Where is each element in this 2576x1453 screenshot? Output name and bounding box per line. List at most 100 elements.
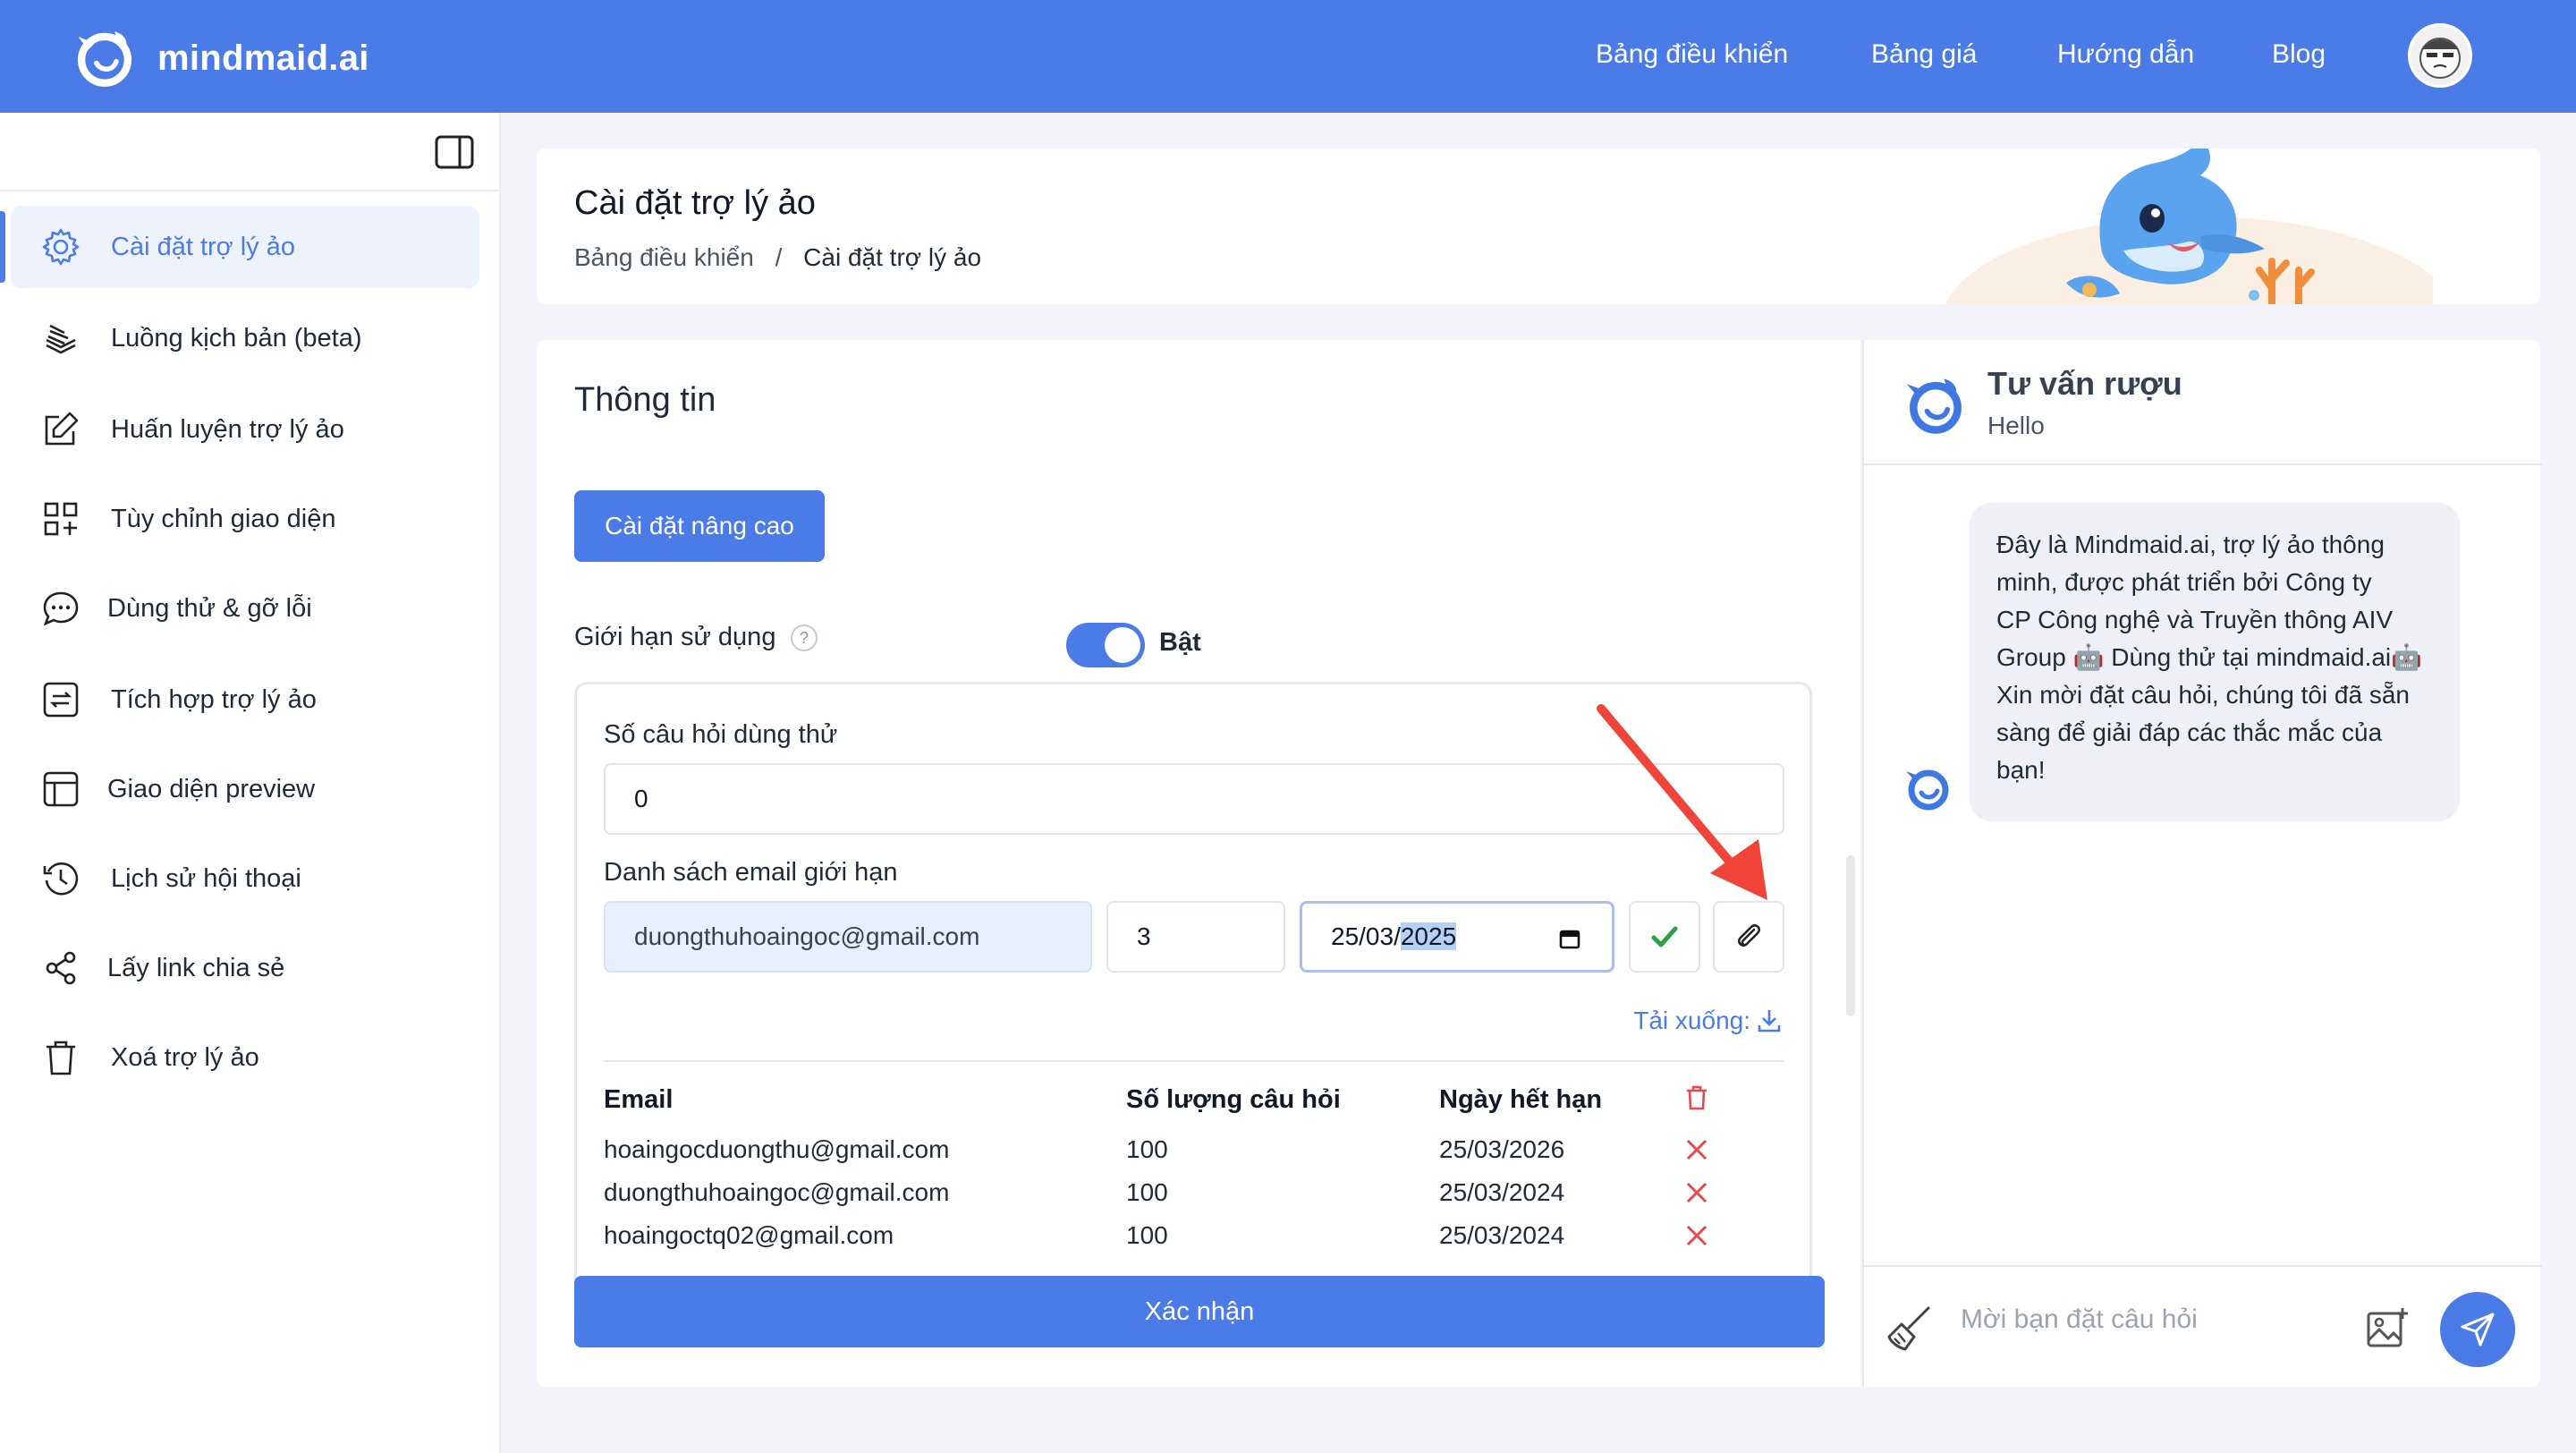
layout-icon: [43, 771, 79, 807]
sidebar-item-customize-ui[interactable]: Tùy chỉnh giao diện: [11, 478, 479, 560]
usage-limit-panel: Số câu hỏi dùng thử 0 Danh sách email gi…: [574, 682, 1812, 1344]
sidebar-item-integration[interactable]: Tích hợp trợ lý ảo: [11, 659, 479, 741]
sidebar-item-test-debug[interactable]: Dùng thử & gỡ lỗi: [11, 567, 479, 650]
sidebar: Cài đặt trợ lý ảo Luồng kịch bản (beta) …: [0, 113, 501, 1453]
dolphin-logo-icon: [77, 31, 132, 87]
table-cell-expiry: 25/03/2026: [1439, 1135, 1565, 1163]
download-link[interactable]: Tải xuống:: [1633, 1007, 1783, 1035]
sidebar-item-share-link[interactable]: Lấy link chia sẻ: [11, 927, 479, 1009]
breadcrumb-current: Cài đặt trợ lý ảo: [803, 243, 982, 271]
message-line: minh, được phát triển bởi Công ty: [1996, 568, 2372, 596]
sidebar-item-label: Luồng kịch bản (beta): [111, 323, 362, 353]
remove-row-icon[interactable]: [1684, 1223, 1709, 1248]
bot-logo-icon: [1906, 378, 1962, 434]
sidebar-item-script-flow[interactable]: Luồng kịch bản (beta): [11, 297, 479, 379]
check-icon: [1651, 926, 1678, 947]
integration-icon: [43, 682, 79, 718]
sidebar-item-preview-ui[interactable]: Giao diện preview: [11, 748, 479, 830]
usage-limit-toggle[interactable]: [1066, 623, 1145, 667]
paperclip-icon: [1738, 924, 1760, 947]
download-icon: [1758, 1010, 1781, 1032]
page-title: Cài đặt trợ lý ảo: [574, 184, 816, 222]
dolphin-mascot-illustration: [1945, 149, 2433, 304]
breadcrumb-separator: /: [775, 243, 783, 271]
message-line: Group 🤖 Dùng thử tại mindmaid.ai🤖: [1996, 643, 2422, 671]
add-image-icon[interactable]: [2365, 1306, 2410, 1351]
clear-chat-broom-icon[interactable]: [1882, 1303, 1934, 1355]
sidebar-item-label: Xoá trợ lý ảo: [111, 1042, 259, 1072]
message-line: Xin mời đặt câu hỏi, chúng tôi đã sẵn: [1996, 681, 2410, 709]
email-list-label: Danh sách email giới hạn: [604, 858, 898, 887]
trial-questions-input[interactable]: 0: [604, 763, 1784, 835]
chat-message-input[interactable]: Mời bạn đặt câu hỏi: [1961, 1304, 2198, 1335]
sidebar-collapse-icon[interactable]: [435, 134, 474, 170]
calendar-icon[interactable]: [1558, 927, 1581, 950]
sidebar-item-label: Tùy chỉnh giao diện: [111, 504, 336, 533]
sidebar-item-chat-history[interactable]: Lịch sử hội thoại: [11, 837, 479, 920]
send-button[interactable]: [2440, 1292, 2515, 1367]
nav-pricing-link[interactable]: Bảng giá: [1871, 39, 1977, 70]
confirm-button[interactable]: Xác nhận: [574, 1276, 1825, 1347]
sidebar-item-label: Lịch sử hội thoại: [111, 863, 301, 893]
date-year-selected: 2025: [1400, 922, 1457, 950]
message-line: bạn!: [1996, 756, 2046, 784]
sidebar-item-delete-assistant[interactable]: Xoá trợ lý ảo: [11, 1016, 479, 1099]
chat-subtitle: Hello: [1987, 412, 2045, 439]
email-input[interactable]: duongthuhoaingoc@gmail.com: [604, 901, 1092, 973]
column-header-email: Email: [604, 1085, 674, 1114]
send-icon: [2461, 1313, 2495, 1347]
attach-file-button[interactable]: [1713, 901, 1784, 973]
help-icon[interactable]: ?: [791, 625, 818, 651]
column-header-expiry: Ngày hết hạn: [1439, 1085, 1603, 1114]
table-cell-expiry: 25/03/2024: [1439, 1178, 1565, 1206]
gear-icon: [42, 228, 80, 266]
page-header: Cài đặt trợ lý ảo Bảng điều khiển / Cài …: [537, 149, 2540, 304]
top-navbar: mindmaid.ai Bảng điều khiển Bảng giá Hướ…: [0, 0, 2576, 113]
trial-questions-label: Số câu hỏi dùng thử: [604, 720, 838, 749]
form-scrollbar[interactable]: [1846, 855, 1855, 1016]
table-cell-count: 100: [1126, 1135, 1168, 1163]
trash-icon: [47, 1041, 75, 1075]
history-icon: [43, 862, 79, 896]
table-cell-count: 100: [1126, 1178, 1168, 1206]
user-avatar[interactable]: [2408, 23, 2472, 88]
settings-form: Thông tin Cài đặt nâng cao Giới hạn sử d…: [537, 340, 1860, 1387]
section-title: Thông tin: [574, 381, 716, 419]
chat-title: Tư vấn rượu: [1987, 365, 2182, 402]
toggle-knob: [1105, 627, 1140, 663]
sidebar-item-label: Dùng thử & gỡ lỗi: [107, 593, 312, 623]
expiry-date-input[interactable]: 25/03/2025: [1300, 901, 1614, 973]
sidebar-item-label: Cài đặt trợ lý ảo: [111, 232, 295, 261]
chat-input-bar: Mời bạn đặt câu hỏi: [1864, 1265, 2542, 1387]
date-prefix: 25/03/: [1331, 922, 1401, 950]
advanced-settings-button[interactable]: Cài đặt nâng cao: [574, 490, 825, 562]
chat-icon: [43, 591, 79, 626]
nav-guide-link[interactable]: Hướng dẫn: [2057, 39, 2194, 70]
breadcrumb: Bảng điều khiển / Cài đặt trợ lý ảo: [574, 243, 981, 272]
table-cell-email: duongthuhoaingoc@gmail.com: [604, 1178, 950, 1206]
sidebar-item-label: Lấy link chia sẻ: [107, 953, 285, 982]
remove-row-icon[interactable]: [1684, 1180, 1709, 1205]
nav-dashboard-link[interactable]: Bảng điều khiển: [1596, 39, 1788, 70]
brand-logo[interactable]: mindmaid.ai: [72, 25, 369, 91]
download-label: Tải xuống:: [1633, 1007, 1750, 1034]
message-line: Đây là Mindmaid.ai, trợ lý ảo thông: [1996, 531, 2385, 558]
edit-icon: [45, 412, 79, 446]
nav-blog-link[interactable]: Blog: [2272, 39, 2326, 70]
table-cell-expiry: 25/03/2024: [1439, 1221, 1565, 1249]
add-email-confirm-button[interactable]: [1629, 901, 1700, 973]
sidebar-item-training[interactable]: Huấn luyện trợ lý ảo: [11, 388, 479, 471]
question-count-input[interactable]: 3: [1106, 901, 1285, 973]
usage-limit-label: Giới hạn sử dụng: [574, 623, 776, 651]
sidebar-item-label: Tích hợp trợ lý ảo: [111, 684, 317, 714]
expiry-date-value: 25/03/2025: [1331, 922, 1457, 951]
breadcrumb-dashboard-link[interactable]: Bảng điều khiển: [574, 243, 754, 272]
table-cell-count: 100: [1126, 1221, 1168, 1249]
remove-row-icon[interactable]: [1684, 1137, 1709, 1162]
delete-all-icon[interactable]: [1684, 1085, 1709, 1110]
trial-questions-value: 0: [634, 785, 648, 812]
bot-avatar-icon: [1906, 769, 1949, 811]
sidebar-item-assistant-settings[interactable]: Cài đặt trợ lý ảo: [0, 206, 479, 288]
stack-icon: [46, 324, 76, 354]
brand-name: mindmaid.ai: [157, 38, 369, 78]
